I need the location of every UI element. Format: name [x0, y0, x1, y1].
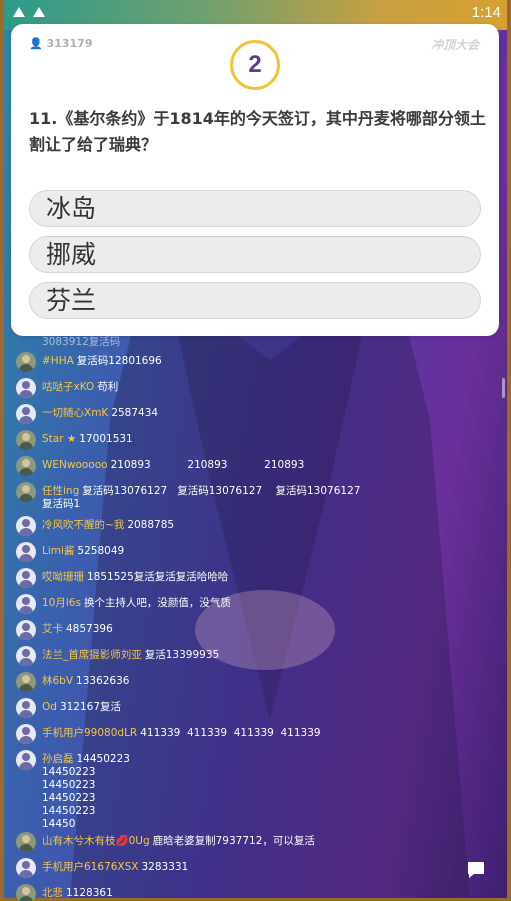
- chat-text: 鹿晗老婆复制7937712，可以复活: [152, 835, 315, 847]
- chat-username: 法兰_首席摄影师刘亚: [42, 649, 142, 661]
- chat-partial-message: 3083912复活码: [42, 336, 121, 348]
- notification-icon: [33, 7, 45, 17]
- chat-message: 冷风吹不醒的~我 2088785: [16, 516, 456, 536]
- chat-message: 孙启磊 14450223 14450223 14450223 14450223 1…: [16, 750, 456, 831]
- chat-username: Od: [42, 701, 57, 713]
- avatar[interactable]: [16, 516, 36, 536]
- chat-text: 13362636: [76, 675, 130, 687]
- chat-text: 312167复活: [59, 701, 122, 713]
- chat-username: 林6bV: [42, 675, 74, 687]
- chat-username: 山有木兮木有枝💋0Ug: [42, 835, 150, 847]
- chat-username: 孙启磊: [42, 753, 74, 765]
- countdown-timer: 2: [230, 40, 280, 90]
- chat-username: 咕哒子xKO: [42, 381, 95, 393]
- chat-username: 冷风吹不醒的~我: [42, 519, 125, 531]
- avatar[interactable]: [16, 594, 36, 614]
- chat-text: 苟利: [97, 381, 119, 393]
- chat-message: 艾卡 4857396: [16, 620, 456, 640]
- chat-message: 林6bV 13362636: [16, 672, 456, 692]
- notification-icon: [13, 7, 25, 17]
- chat-message: 哎呦珊珊 1851525复活复活复活哈哈哈: [16, 568, 456, 588]
- chat-text: 5258049: [77, 545, 125, 557]
- avatar[interactable]: [16, 858, 36, 878]
- answer-option-2[interactable]: 挪威: [29, 236, 481, 273]
- chat-username: WENwooooo: [42, 459, 108, 471]
- avatar[interactable]: [16, 832, 36, 852]
- chat-message: Limi酱 5258049: [16, 542, 456, 562]
- avatar[interactable]: [16, 430, 36, 450]
- chat-message: 一切随心XmK 2587434: [16, 404, 456, 424]
- chat-message: #HHA 复活码12801696: [16, 352, 456, 372]
- chat-message: 10月l6s 换个主持人吧，没颜值，没气质: [16, 594, 456, 614]
- comment-icon[interactable]: [466, 860, 486, 880]
- chat-username: 北悲: [42, 887, 63, 899]
- chat-username: 手机用户99080dLR: [42, 727, 138, 739]
- quiz-card: 👤 313179 冲顶大会 2 11.《基尔条约》于1814年的今天签订，其中丹…: [11, 24, 499, 336]
- avatar[interactable]: [16, 698, 36, 718]
- chat-username: 任性ing: [42, 485, 80, 497]
- avatar[interactable]: [16, 568, 36, 588]
- chat-message: 法兰_首席摄影师刘亚 复活13399935: [16, 646, 456, 666]
- chat-username: 一切随心XmK: [42, 407, 109, 419]
- chat-text: 2587434: [111, 407, 159, 419]
- chat-message: Od 312167复活: [16, 698, 456, 718]
- chat-message: 北悲 1128361: [16, 884, 456, 901]
- chat-username: 哎呦珊珊: [42, 571, 84, 583]
- avatar[interactable]: [16, 482, 36, 502]
- avatar[interactable]: [16, 884, 36, 901]
- chat-username: Limi酱: [42, 545, 75, 557]
- chat-message: 手机用户99080dLR 411339 411339 411339 411339: [16, 724, 456, 744]
- chat-text: 复活码12801696: [76, 355, 162, 367]
- chat-username: Star ★: [42, 433, 77, 445]
- viewer-count-value: 313179: [46, 37, 93, 50]
- avatar[interactable]: [16, 724, 36, 744]
- chat-message: WENwooooo 210893 210893 210893: [16, 456, 456, 476]
- chat-message: 山有木兮木有枝💋0Ug 鹿晗老婆复制7937712，可以复活: [16, 832, 456, 852]
- chat-text: 411339 411339 411339 411339: [140, 727, 321, 739]
- avatar[interactable]: [16, 404, 36, 424]
- chat-username: 10月l6s: [42, 597, 81, 609]
- chat-text: 3283331: [141, 861, 189, 873]
- chat-text: 210893 210893 210893: [110, 459, 305, 471]
- avatar[interactable]: [16, 542, 36, 562]
- status-bar: 1:14: [0, 0, 511, 26]
- avatar[interactable]: [16, 672, 36, 692]
- avatar[interactable]: [16, 646, 36, 666]
- notification-icons: [12, 6, 46, 18]
- chat-text: 复活码13076127 复活码13076127 复活码13076127 复活码1: [42, 485, 361, 510]
- status-time: 1:14: [471, 4, 501, 21]
- brand-logo: 冲顶大会: [430, 38, 479, 52]
- avatar[interactable]: [16, 750, 36, 770]
- chat-text: 1128361: [66, 887, 113, 899]
- chat-username: #HHA: [42, 355, 74, 367]
- scroll-indicator[interactable]: [502, 378, 505, 398]
- chat-text: 17001531: [79, 433, 133, 445]
- viewer-count: 👤 313179: [29, 37, 92, 50]
- chat-text: 1851525复活复活复活哈哈哈: [87, 571, 229, 583]
- answer-option-1[interactable]: 冰岛: [29, 190, 481, 227]
- question-text: 11.《基尔条约》于1814年的今天签订，其中丹麦将哪部分领土割让了给了瑞典？: [29, 109, 486, 154]
- chat-text: 复活13399935: [144, 649, 220, 661]
- avatar[interactable]: [16, 352, 36, 372]
- avatar[interactable]: [16, 456, 36, 476]
- chat-message: 任性ing 复活码13076127 复活码13076127 复活码13076127…: [16, 482, 456, 511]
- chat-message: 手机用户61676XSX 3283331: [16, 858, 456, 878]
- person-icon: 👤: [29, 37, 43, 50]
- chat-message: Star ★ 17001531: [16, 430, 456, 450]
- avatar[interactable]: [16, 378, 36, 398]
- chat-message: 咕哒子xKO 苟利: [16, 378, 456, 398]
- chat-text: 2088785: [127, 519, 175, 531]
- chat-text: 4857396: [66, 623, 113, 635]
- avatar[interactable]: [16, 620, 36, 640]
- chat-text: 换个主持人吧，没颜值，没气质: [83, 597, 231, 609]
- chat-username: 手机用户61676XSX: [42, 861, 139, 873]
- chat-username: 艾卡: [42, 623, 63, 635]
- answer-option-3[interactable]: 芬兰: [29, 282, 481, 319]
